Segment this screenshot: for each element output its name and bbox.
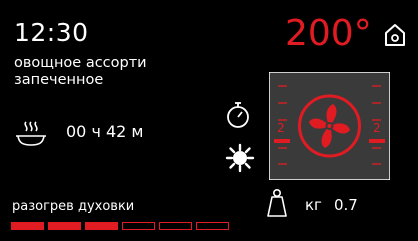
progress-segment [122, 222, 155, 230]
progress-segment [11, 222, 44, 230]
home-button[interactable] [384, 23, 406, 47]
dish-name-line2: запеченное [14, 72, 104, 88]
stopwatch-icon [227, 102, 249, 128]
progress-segment [159, 222, 192, 230]
temperature-display[interactable]: 200° [285, 13, 372, 55]
fan-level-left: 2 [277, 121, 285, 135]
cook-time[interactable]: 00 ч 42 м [66, 122, 144, 142]
light-button[interactable] [225, 143, 255, 173]
progress-segment [48, 222, 81, 230]
dish-name-line1: овощное ассорти [14, 55, 147, 71]
weight-unit: кг [305, 196, 322, 214]
progress-segment [196, 222, 229, 230]
light-icon [225, 143, 255, 173]
fan-level-right: 2 [373, 121, 381, 135]
status-text: разогрев духовки [12, 199, 135, 214]
home-icon [385, 24, 405, 46]
weight-value[interactable]: 0.7 [334, 195, 358, 215]
dish-name[interactable]: овощное ассорти запеченное [14, 55, 147, 89]
fan-mode-panel[interactable]: 2 2 [268, 71, 391, 181]
clock: 12:30 [14, 18, 89, 47]
preheat-progress-bar [11, 222, 229, 230]
weight-icon [266, 188, 288, 218]
steam-dish-icon [15, 119, 47, 149]
timer-button[interactable] [226, 101, 250, 129]
progress-segment [85, 222, 118, 230]
